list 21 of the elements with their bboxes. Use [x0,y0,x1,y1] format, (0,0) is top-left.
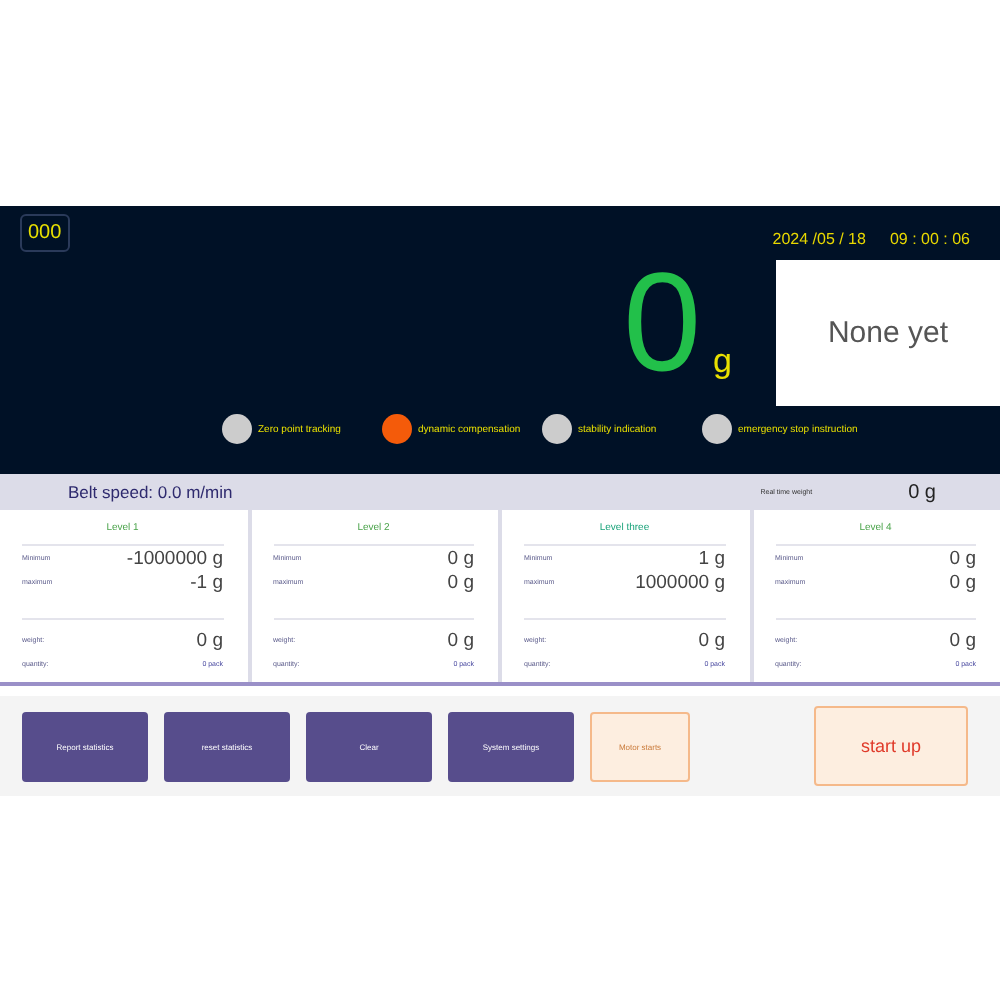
date-text: 2024 /05 / 18 [772,230,866,248]
minimum-value: 0 g [949,547,976,569]
weight-value: 0 [623,260,702,384]
device-code: 000 [20,214,70,252]
belt-speed: Belt speed: 0.0 m/min [68,482,233,502]
minimum-value: -1000000 g [126,547,223,569]
maximum-value: 0 g [949,571,976,593]
realtime-weight-value: 0 g [908,481,936,503]
level-weight-value: 0 g [447,629,474,651]
level-weight-value: 0 g [698,629,725,651]
maximum-value: 0 g [447,571,474,593]
maximum-value: -1 g [190,571,223,593]
level-weight-value: 0 g [949,629,976,651]
minimum-value: 1 g [698,547,725,569]
maximum-value: 1000000 g [635,571,725,593]
result-panel: None yet [776,260,1000,406]
level-weight-value: 0 g [196,629,223,651]
time-text: 09 : 00 : 06 [889,230,970,248]
start-button[interactable]: start up [814,706,968,786]
weight-unit: g [713,344,732,380]
minimum-value: 0 g [447,547,474,569]
